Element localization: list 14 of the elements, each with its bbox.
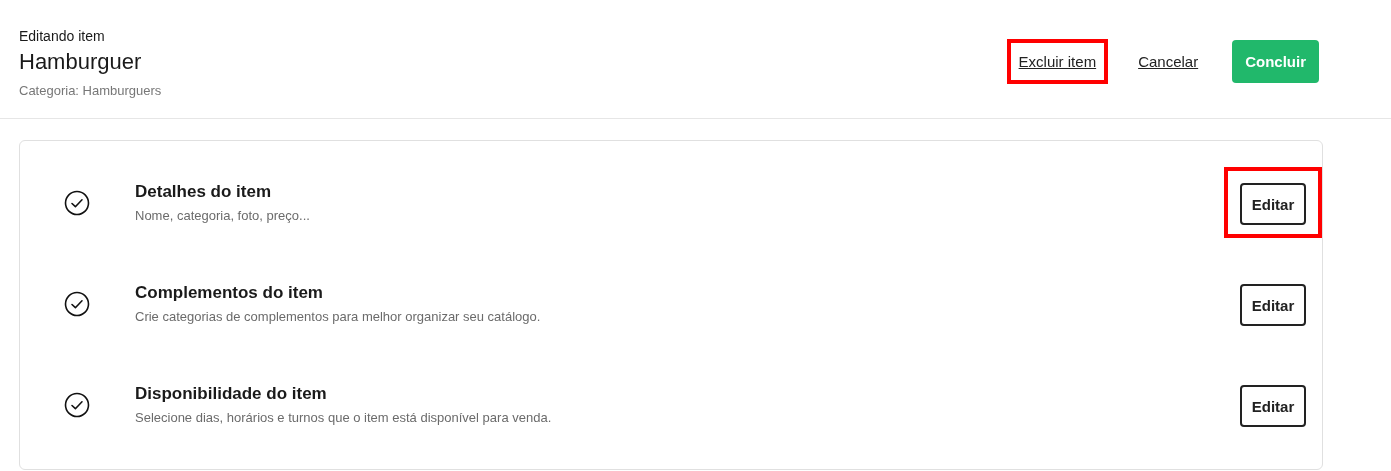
item-title: Hamburguer xyxy=(19,48,143,76)
edit-button[interactable]: Editar xyxy=(1240,183,1306,225)
edit-button[interactable]: Editar xyxy=(1240,284,1306,326)
category-text: Categoria: Hamburguers xyxy=(19,83,162,98)
section-description: Crie categorias de complementos para melhor organizar seu catálogo. xyxy=(135,309,542,324)
section-title: Detalhes do item xyxy=(135,182,273,202)
link-button[interactable]: Excluir item xyxy=(1018,52,1097,70)
edit-button[interactable]: Editar xyxy=(1240,385,1306,427)
section-title: Disponibilidade do item xyxy=(135,384,328,404)
section-description: Nome, categoria, foto, preço... xyxy=(135,208,311,223)
eyebrow-text: Editando item xyxy=(19,27,106,45)
link-button[interactable]: Cancelar xyxy=(1138,52,1199,70)
section-title: Complementos do item xyxy=(135,283,324,303)
section-description: Selecione dias, horários e turnos que o item está disponível para venda. xyxy=(135,410,553,425)
